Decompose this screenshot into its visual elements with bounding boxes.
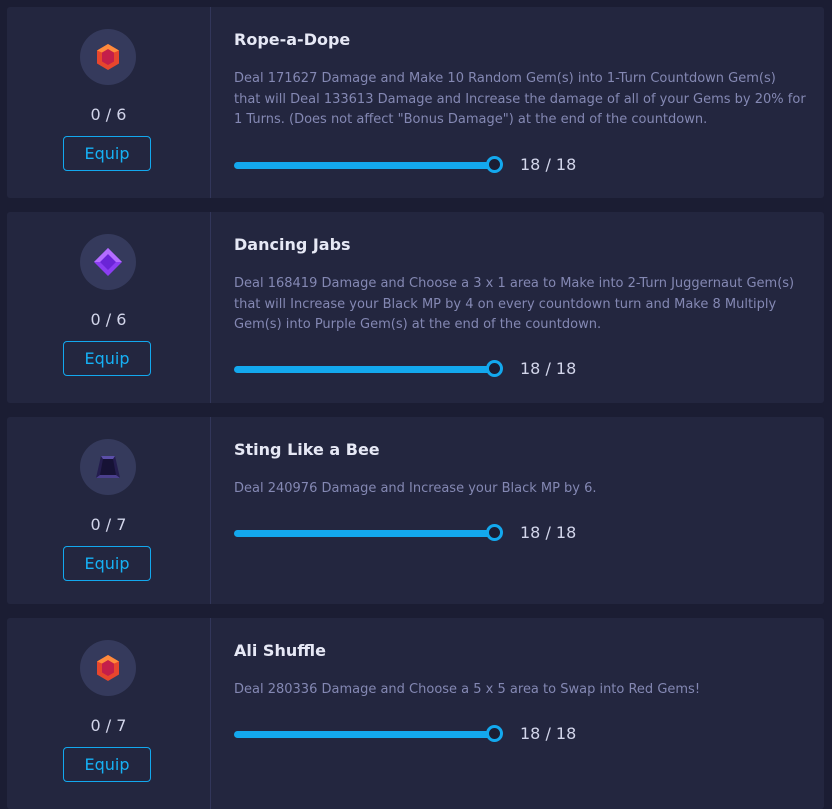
- equip-button[interactable]: Equip: [63, 747, 151, 782]
- skill-card: 0 / 7 Equip Sting Like a Bee Deal 240976…: [7, 417, 824, 604]
- gem-badge: [80, 234, 136, 290]
- skill-level: 18 / 18: [520, 523, 577, 542]
- skill-title: Rope-a-Dope: [234, 30, 351, 49]
- skill-card-left-panel: 0 / 7 Equip: [7, 417, 211, 604]
- skill-card-left-panel: 0 / 6 Equip: [7, 212, 211, 403]
- red-gem-icon: [97, 44, 119, 70]
- skill-count: 0 / 7: [90, 716, 127, 735]
- skill-count: 0 / 6: [90, 310, 127, 329]
- level-slider-thumb[interactable]: [486, 360, 503, 377]
- gem-badge: [80, 640, 136, 696]
- skill-title: Ali Shuffle: [234, 641, 326, 660]
- gem-badge: [80, 439, 136, 495]
- equip-button[interactable]: Equip: [63, 546, 151, 581]
- level-slider[interactable]: [234, 162, 495, 169]
- skill-title: Sting Like a Bee: [234, 440, 380, 459]
- skill-card: 0 / 6 Equip Rope-a-Dope Deal 171627 Dama…: [7, 7, 824, 198]
- level-slider-thumb[interactable]: [486, 524, 503, 541]
- equip-button[interactable]: Equip: [63, 136, 151, 171]
- skill-count: 0 / 6: [90, 105, 127, 124]
- skill-card: 0 / 7 Equip Ali Shuffle Deal 280336 Dama…: [7, 618, 824, 809]
- skill-description: Deal 240976 Damage and Increase your Bla…: [234, 481, 597, 496]
- red-gem-icon: [97, 655, 119, 681]
- level-slider[interactable]: [234, 366, 495, 373]
- skill-level: 18 / 18: [520, 359, 577, 378]
- skill-level: 18 / 18: [520, 724, 577, 743]
- level-slider-thumb[interactable]: [486, 156, 503, 173]
- skill-description: Deal 280336 Damage and Choose a 5 x 5 ar…: [234, 682, 701, 697]
- level-slider-thumb[interactable]: [486, 725, 503, 742]
- skill-title: Dancing Jabs: [234, 235, 351, 254]
- black-gem-icon: [96, 456, 120, 478]
- level-slider[interactable]: [234, 530, 495, 537]
- level-slider[interactable]: [234, 731, 495, 738]
- equip-button[interactable]: Equip: [63, 341, 151, 376]
- skill-description: Deal 171627 Damage and Make 10 Random Ge…: [234, 71, 806, 127]
- skill-card: 0 / 6 Equip Dancing Jabs Deal 168419 Dam…: [7, 212, 824, 403]
- skill-level: 18 / 18: [520, 155, 577, 174]
- skill-card-left-panel: 0 / 6 Equip: [7, 7, 211, 198]
- skill-count: 0 / 7: [90, 515, 127, 534]
- gem-badge: [80, 29, 136, 85]
- purple-gem-icon: [94, 248, 122, 276]
- skill-card-left-panel: 0 / 7 Equip: [7, 618, 211, 809]
- skill-description: Deal 168419 Damage and Choose a 3 x 1 ar…: [234, 276, 795, 332]
